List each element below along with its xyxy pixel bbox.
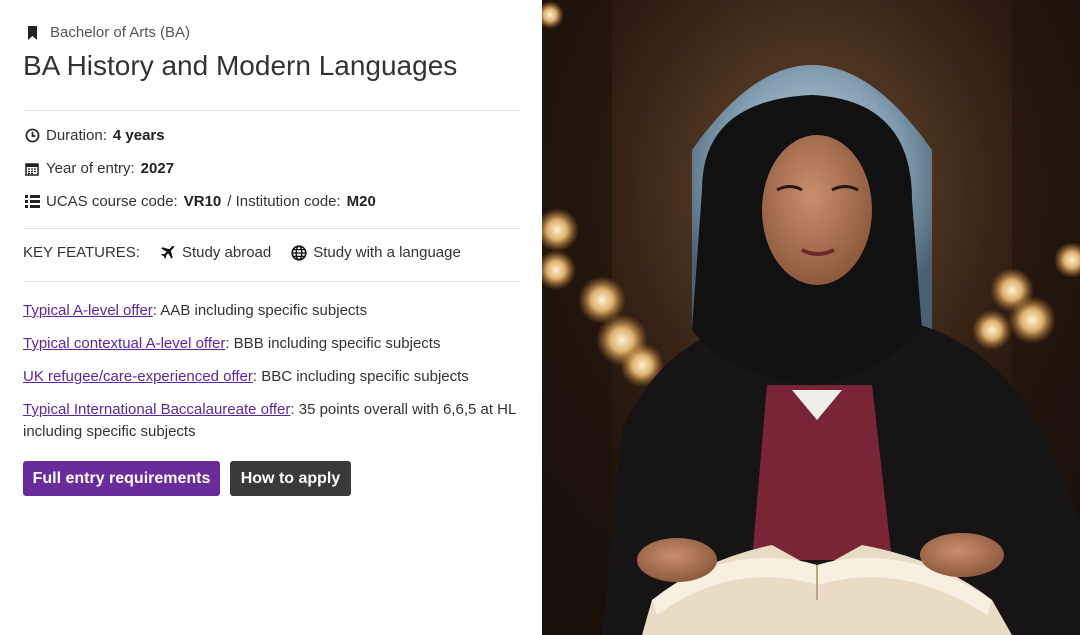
duration-value: 4 years [112, 127, 165, 144]
divider [23, 110, 521, 111]
divider [23, 228, 521, 229]
entry-label: Year of entry: [46, 160, 135, 177]
offer-text: : AAB including specific subjects [152, 302, 368, 319]
degree-type: Bachelor of Arts (BA) [24, 24, 190, 41]
institution-value: M20 [346, 193, 376, 210]
key-features: KEY FEATURES: Study abroad Study with a … [23, 244, 461, 261]
airplane-icon [160, 245, 176, 261]
divider [23, 281, 521, 282]
how-to-apply-button[interactable]: How to apply [230, 461, 351, 496]
offer-text: : BBC including specific subjects [252, 368, 469, 385]
offer-link[interactable]: Typical International Baccalaureate offe… [23, 401, 290, 418]
clock-icon [24, 128, 40, 144]
ucas-value: VR10 [183, 193, 222, 210]
offer-ib: Typical International Baccalaureate offe… [23, 399, 523, 443]
duration-row: Duration: 4 years [24, 127, 165, 144]
ucas-code-row: UCAS course code: VR10 / Institution cod… [24, 193, 376, 210]
student-reading-photo [542, 0, 1080, 635]
feature-label: Study abroad [181, 244, 272, 261]
key-features-label: KEY FEATURES: [23, 244, 140, 261]
feature-label: Study with a language [313, 244, 461, 261]
feature-study-abroad: Study abroad [160, 244, 271, 261]
full-entry-requirements-button[interactable]: Full entry requirements [23, 461, 220, 496]
offer-refugee: UK refugee/care-experienced offer: BBC i… [23, 366, 523, 388]
ucas-label: UCAS course code: [46, 193, 178, 210]
institution-label: / Institution code: [227, 193, 341, 210]
offer-link[interactable]: Typical A-level offer [23, 302, 153, 319]
offer-link[interactable]: UK refugee/care-experienced offer [23, 368, 253, 385]
course-summary-panel: Bachelor of Arts (BA) BA History and Mod… [0, 0, 542, 635]
photo-illustration [542, 0, 1080, 635]
duration-label: Duration: [46, 127, 107, 144]
feature-study-language: Study with a language [291, 244, 461, 261]
degree-label: Bachelor of Arts (BA) [50, 24, 191, 41]
entry-value: 2027 [140, 160, 175, 177]
bookmark-icon [24, 25, 40, 41]
calendar-icon [24, 161, 40, 177]
page-title: BA History and Modern Languages [23, 50, 458, 81]
offer-contextual: Typical contextual A-level offer: BBB in… [23, 333, 523, 355]
globe-icon [291, 244, 307, 261]
offer-link[interactable]: Typical contextual A-level offer [23, 335, 225, 352]
year-of-entry-row: Year of entry: 2027 [24, 160, 174, 177]
offer-text: : BBB including specific subjects [225, 335, 441, 352]
list-icon [24, 194, 40, 210]
offer-a-level: Typical A-level offer: AAB including spe… [23, 300, 523, 322]
